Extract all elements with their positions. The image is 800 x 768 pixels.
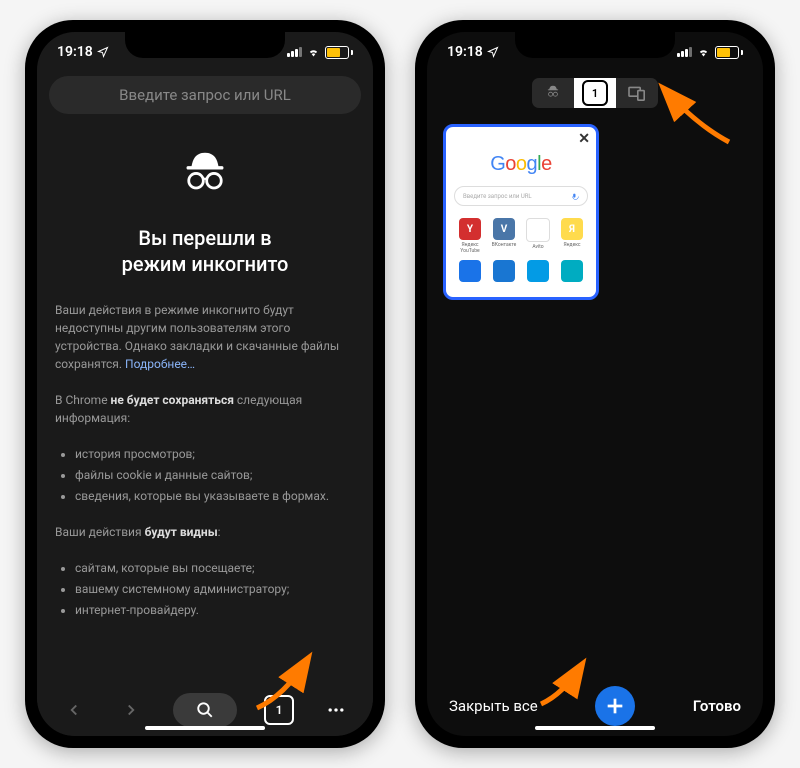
list-item: сайтам, которые вы посещаете; [75, 559, 355, 577]
notch [125, 32, 285, 58]
battery-icon [715, 46, 743, 59]
home-indicator[interactable] [535, 726, 655, 730]
tab-card[interactable]: ✕ Google Введите запрос или URL YЯндекс … [443, 124, 599, 300]
screen: 19:18 Введите запрос или URL [37, 32, 373, 736]
annotation-arrow [533, 654, 603, 712]
more-link[interactable]: Подробнее… [125, 357, 195, 371]
list-item: сведения, которые вы указываете в формах… [75, 487, 355, 505]
back-button[interactable] [59, 695, 89, 725]
search-icon [196, 701, 214, 719]
tab-preview-tiles: YЯндекс YouTubeVВКонтактеAvitoЯЯндекс [446, 218, 596, 254]
search-button[interactable] [173, 693, 237, 727]
notch [515, 32, 675, 58]
incognito-icon [55, 146, 355, 207]
wifi-icon [696, 46, 711, 58]
home-indicator[interactable] [145, 726, 265, 730]
signal-icon [287, 47, 302, 57]
regular-tabs-segment[interactable]: 1 [574, 78, 616, 108]
location-icon [97, 46, 109, 58]
incognito-tabs-segment[interactable] [532, 78, 574, 108]
incognito-content: Вы перешли в режим инкогнито Ваши действ… [37, 118, 373, 684]
url-bar[interactable]: Введите запрос или URL [49, 76, 361, 114]
status-time: 19:18 [447, 44, 483, 60]
phone-mockup-incognito: 19:18 Введите запрос или URL [25, 20, 385, 748]
signal-icon [677, 47, 692, 57]
incognito-icon [543, 85, 563, 101]
plus-icon [604, 695, 626, 717]
incognito-title: Вы перешли в режим инкогнито [55, 225, 355, 277]
list-item: вашему системному администратору; [75, 580, 355, 598]
annotation-arrow [647, 80, 737, 150]
url-placeholder: Введите запрос или URL [119, 86, 291, 104]
incognito-para1: Ваши действия в режиме инкогнито будут н… [55, 301, 355, 373]
close-all-button[interactable]: Закрыть все [449, 697, 538, 715]
tabs-grid: ✕ Google Введите запрос или URL YЯндекс … [427, 118, 763, 676]
done-button[interactable]: Готово [693, 697, 741, 715]
visible-list: сайтам, которые вы посещаете; вашему сис… [55, 559, 355, 619]
forward-button[interactable] [116, 695, 146, 725]
google-logo: Google [446, 153, 596, 176]
dots-icon [326, 700, 346, 720]
annotation-arrow [249, 646, 329, 716]
close-tab-button[interactable]: ✕ [578, 131, 590, 147]
tab-count-chip: 1 [582, 80, 608, 106]
devices-icon [627, 85, 647, 101]
not-saved-list: история просмотров; файлы cookie и данны… [55, 445, 355, 505]
phone-mockup-tabswitcher: 19:18 [415, 20, 775, 748]
battery-icon [325, 46, 353, 59]
incognito-para3: Ваши действия будут видны: [55, 523, 355, 541]
status-time: 19:18 [57, 44, 93, 60]
incognito-para2: В Chrome не будет сохраняться следующая … [55, 391, 355, 427]
wifi-icon [306, 46, 321, 58]
location-icon [487, 46, 499, 58]
list-item: история просмотров; [75, 445, 355, 463]
list-item: файлы cookie и данные сайтов; [75, 466, 355, 484]
list-item: интернет-провайдеру. [75, 601, 355, 619]
tab-preview-searchbar: Введите запрос или URL [454, 186, 588, 206]
